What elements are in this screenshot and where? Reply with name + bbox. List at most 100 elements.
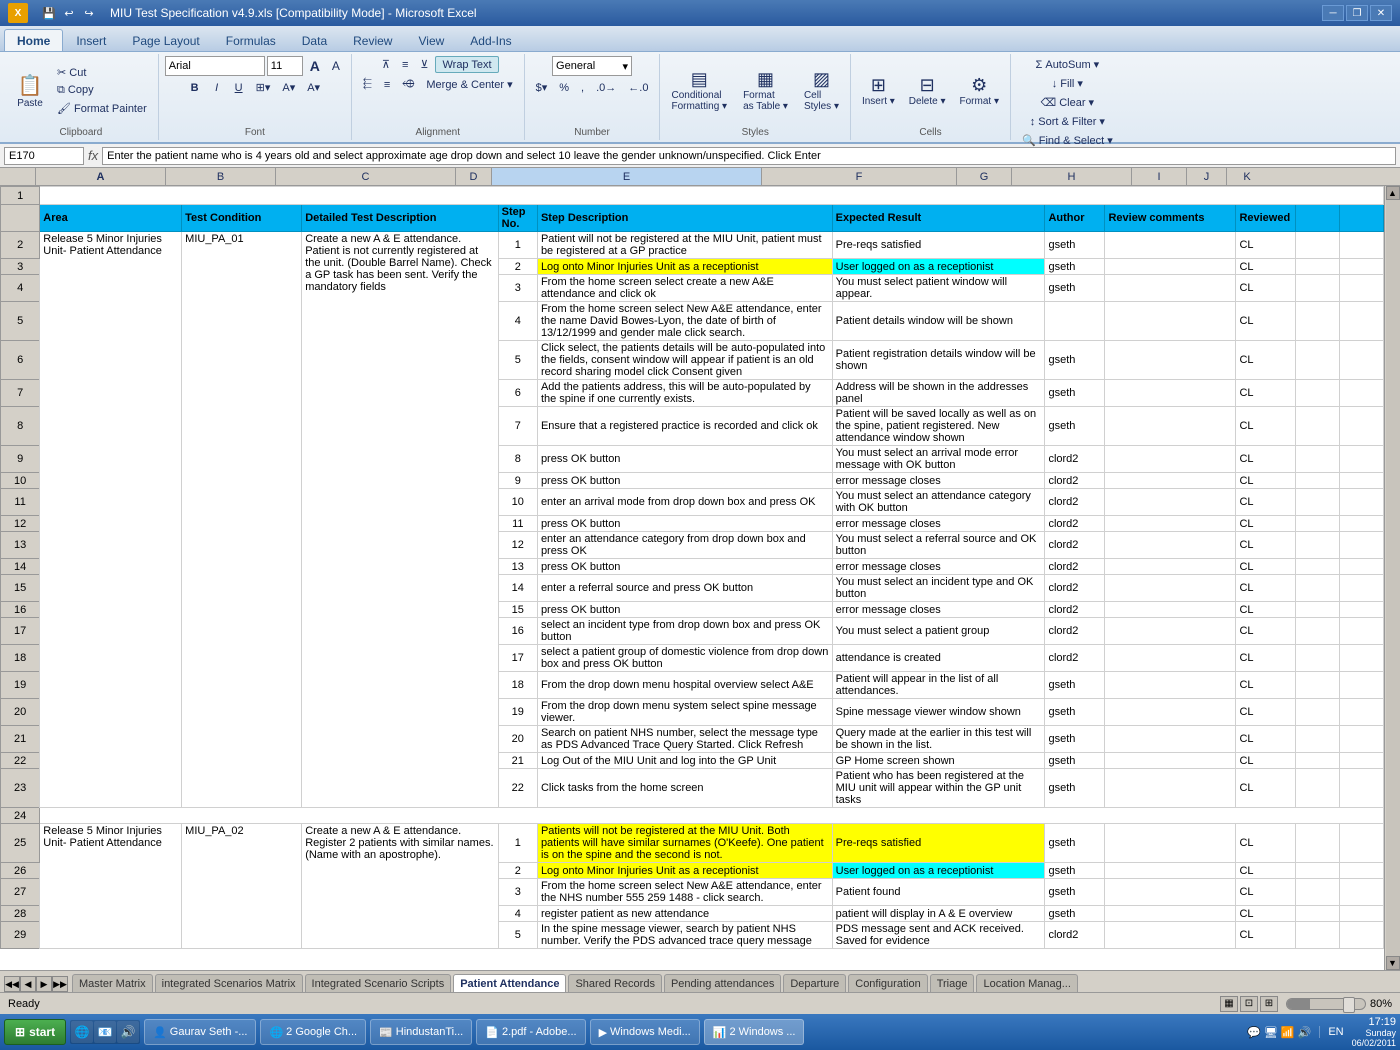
zoom-slider-thumb[interactable] bbox=[1343, 997, 1355, 1013]
close-button[interactable]: ✕ bbox=[1370, 5, 1392, 21]
tray-teamviewer[interactable]: 🖥 bbox=[1264, 1026, 1278, 1039]
tray-sound[interactable]: 🔊 bbox=[1298, 1026, 1312, 1039]
underline-button[interactable]: U bbox=[229, 80, 249, 96]
tab-triage[interactable]: Triage bbox=[930, 974, 975, 992]
decrease-font-button[interactable]: A bbox=[327, 57, 345, 75]
tab-master-matrix[interactable]: Master Matrix bbox=[72, 974, 153, 992]
tab-departure[interactable]: Departure bbox=[783, 974, 846, 992]
bold-button[interactable]: B bbox=[185, 80, 205, 96]
start-button[interactable]: ⊞ start bbox=[4, 1019, 66, 1045]
taskbar-hindustan[interactable]: 📰 HindustanTi... bbox=[370, 1019, 472, 1045]
currency-button[interactable]: $▾ bbox=[531, 79, 553, 96]
align-left-button[interactable]: ⬱ bbox=[358, 76, 377, 93]
col-header-g[interactable]: G bbox=[957, 168, 1012, 185]
tab-addins[interactable]: Add-Ins bbox=[457, 29, 524, 51]
tab-integrated-scenarios[interactable]: integrated Scenarios Matrix bbox=[155, 974, 303, 992]
grid-scroll[interactable]: 1 Area Test Condition Detailed Test Desc… bbox=[0, 186, 1384, 970]
comma-button[interactable]: , bbox=[576, 79, 589, 96]
italic-button[interactable]: I bbox=[207, 80, 227, 96]
inc-decimal-button[interactable]: .0→ bbox=[591, 79, 621, 96]
paste-button[interactable]: 📋 Paste bbox=[10, 70, 50, 112]
tray-network[interactable]: 📶 bbox=[1281, 1026, 1295, 1039]
merge-center-button[interactable]: Merge & Center ▾ bbox=[421, 76, 517, 93]
restore-button[interactable]: ❐ bbox=[1346, 5, 1368, 21]
table-row[interactable]: 24 bbox=[1, 808, 1384, 824]
col-header-b[interactable]: B bbox=[166, 168, 276, 185]
tab-data[interactable]: Data bbox=[289, 29, 340, 51]
wrap-text-button[interactable]: Wrap Text bbox=[435, 56, 498, 73]
tab-view[interactable]: View bbox=[405, 29, 457, 51]
align-top-button[interactable]: ⊼ bbox=[377, 56, 395, 73]
table-row[interactable]: 2 Release 5 Minor Injuries Unit- Patient… bbox=[1, 232, 1384, 259]
cell-styles-button[interactable]: ▨ CellStyles ▾ bbox=[799, 66, 844, 115]
zoom-slider[interactable] bbox=[1286, 998, 1366, 1010]
sort-filter-button[interactable]: ↕ Sort & Filter ▾ bbox=[1025, 113, 1110, 130]
taskbar-chrome1[interactable]: 🌐 2 Google Ch... bbox=[260, 1019, 366, 1045]
autosum-button[interactable]: Σ AutoSum ▾ bbox=[1031, 56, 1105, 73]
taskbar-adobe[interactable]: 📄 2.pdf - Adobe... bbox=[476, 1019, 585, 1045]
sheet-nav-first[interactable]: ◀◀ bbox=[4, 976, 20, 992]
minimize-button[interactable]: ─ bbox=[1322, 5, 1344, 21]
copy-button[interactable]: ⧉ Copy bbox=[52, 82, 152, 99]
tray-skype[interactable]: 💬 bbox=[1247, 1026, 1261, 1039]
tab-home[interactable]: Home bbox=[4, 29, 63, 51]
col-header-h[interactable]: H bbox=[1012, 168, 1132, 185]
tab-shared-records[interactable]: Shared Records bbox=[568, 974, 662, 992]
col-header-i[interactable]: I bbox=[1132, 168, 1187, 185]
tab-scenario-scripts[interactable]: Integrated Scenario Scripts bbox=[305, 974, 452, 992]
number-format-dropdown[interactable]: General ▾ bbox=[552, 56, 632, 76]
tab-insert[interactable]: Insert bbox=[63, 29, 119, 51]
align-right-button[interactable]: ⬲ bbox=[397, 76, 419, 93]
borders-button[interactable]: ⊞▾ bbox=[251, 79, 276, 96]
clear-button[interactable]: ⌫ Clear ▾ bbox=[1036, 94, 1099, 111]
col-header-d[interactable]: D bbox=[456, 168, 492, 185]
increase-font-button[interactable]: A bbox=[305, 56, 325, 76]
cut-button[interactable]: ✂ Cut bbox=[52, 64, 152, 81]
insert-cells-button[interactable]: ⊞ Insert ▾ bbox=[857, 72, 900, 110]
fill-button[interactable]: ↓ Fill ▾ bbox=[1047, 75, 1088, 92]
font-size-box[interactable]: 11 bbox=[267, 56, 303, 76]
align-middle-button[interactable]: ≡ bbox=[397, 56, 413, 73]
align-center-button[interactable]: ≡ bbox=[379, 76, 395, 93]
quick-launch-1[interactable]: 🌐 bbox=[71, 1021, 93, 1043]
tab-pending-attendances[interactable]: Pending attendances bbox=[664, 974, 781, 992]
taskbar-windows-media[interactable]: ▶ Windows Medi... bbox=[590, 1019, 700, 1045]
fill-color-button[interactable]: A▾ bbox=[277, 79, 300, 96]
sheet-nav-next[interactable]: ▶ bbox=[36, 976, 52, 992]
conditional-formatting-button[interactable]: ▤ ConditionalFormatting ▾ bbox=[666, 66, 732, 115]
col-header-k[interactable]: K bbox=[1227, 168, 1267, 185]
col-header-a[interactable]: A bbox=[36, 168, 166, 185]
quick-launch-2[interactable]: 📧 bbox=[94, 1021, 116, 1043]
taskbar-excel[interactable]: 📊 2 Windows ... bbox=[704, 1019, 805, 1045]
table-row[interactable]: 25 Release 5 Minor Injuries Unit- Patien… bbox=[1, 824, 1384, 863]
scroll-down-button[interactable]: ▼ bbox=[1386, 956, 1400, 970]
tab-review[interactable]: Review bbox=[340, 29, 405, 51]
empty-cell[interactable] bbox=[40, 187, 1384, 205]
tab-patient-attendance[interactable]: Patient Attendance bbox=[453, 974, 566, 992]
page-break-button[interactable]: ⊞ bbox=[1260, 996, 1278, 1012]
col-header-f[interactable]: F bbox=[762, 168, 957, 185]
format-cells-button[interactable]: ⚙ Format ▾ bbox=[955, 72, 1004, 110]
tab-page-layout[interactable]: Page Layout bbox=[119, 29, 212, 51]
tab-formulas[interactable]: Formulas bbox=[213, 29, 289, 51]
normal-view-button[interactable]: ▦ bbox=[1220, 996, 1238, 1012]
col-header-e[interactable]: E bbox=[492, 168, 762, 185]
format-painter-button[interactable]: 🖌 Format Painter bbox=[52, 100, 152, 117]
qat-undo[interactable]: ↩ bbox=[60, 4, 78, 22]
format-table-button[interactable]: ▦ Formatas Table ▾ bbox=[738, 66, 793, 115]
dec-decimal-button[interactable]: ←.0 bbox=[623, 79, 653, 96]
tab-location-manag[interactable]: Location Manag... bbox=[976, 974, 1077, 992]
tab-configuration[interactable]: Configuration bbox=[848, 974, 927, 992]
qat-redo[interactable]: ↪ bbox=[80, 4, 98, 22]
font-name-box[interactable]: Arial bbox=[165, 56, 265, 76]
align-bottom-button[interactable]: ⊻ bbox=[415, 56, 433, 73]
qat-save[interactable]: 💾 bbox=[40, 4, 58, 22]
scroll-track[interactable] bbox=[1386, 200, 1400, 956]
font-color-button[interactable]: A▾ bbox=[302, 79, 325, 96]
scroll-up-button[interactable]: ▲ bbox=[1386, 186, 1400, 200]
sheet-nav-last[interactable]: ▶▶ bbox=[52, 976, 68, 992]
sheet-nav-prev[interactable]: ◀ bbox=[20, 976, 36, 992]
quick-launch-3[interactable]: 🔊 bbox=[117, 1021, 139, 1043]
formula-input[interactable]: Enter the patient name who is 4 years ol… bbox=[102, 147, 1396, 165]
taskbar-gaurav[interactable]: 👤 Gaurav Seth -... bbox=[144, 1019, 256, 1045]
